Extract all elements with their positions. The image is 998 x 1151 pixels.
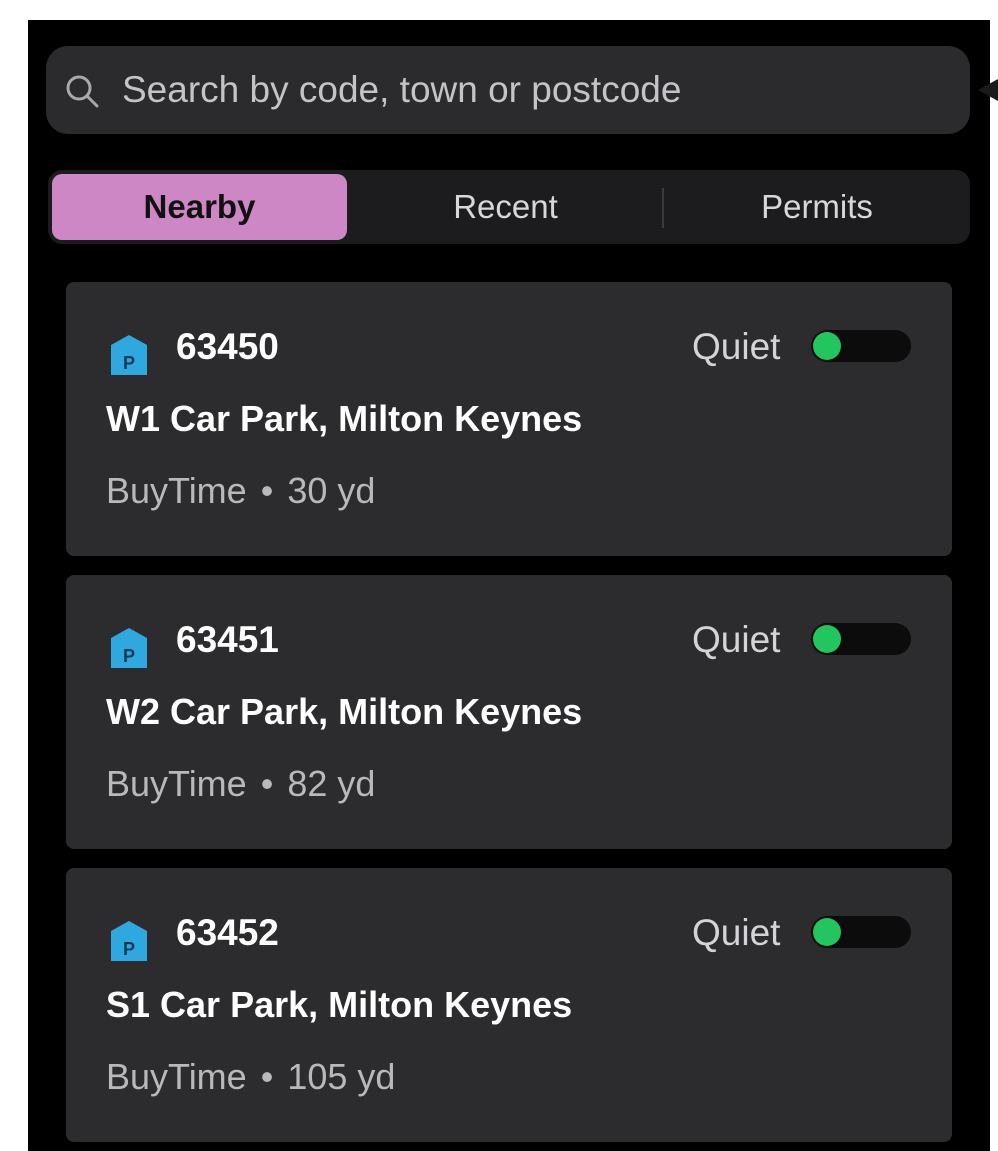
search-icon — [66, 75, 99, 108]
occupancy-status-label: Quiet — [692, 619, 781, 660]
meta-separator: • — [260, 1056, 274, 1097]
service-type: BuyTime — [106, 1056, 247, 1097]
distance: 105 yd — [287, 1056, 396, 1097]
distance: 82 yd — [287, 763, 376, 804]
status-dot-icon — [813, 625, 841, 653]
svg-text:P: P — [123, 646, 135, 666]
distance: 30 yd — [287, 470, 376, 511]
occupancy-indicator — [811, 916, 911, 948]
pointer-arrow-icon — [978, 79, 998, 101]
service-type: BuyTime — [106, 763, 247, 804]
occupancy-indicator — [811, 623, 911, 655]
location-card[interactable]: P 63451 Quiet W2 Car Park, Milton Keynes… — [66, 575, 952, 849]
occupancy-status-label: Quiet — [692, 326, 781, 367]
status-dot-icon — [813, 332, 841, 360]
meta-separator: • — [260, 763, 274, 804]
app-screen: Nearby Recent Permits P 63450 Quiet W1 C… — [28, 20, 990, 1151]
service-type: BuyTime — [106, 470, 247, 511]
location-name: S1 Car Park, Milton Keynes — [106, 984, 573, 1025]
tab-recent[interactable]: Recent — [353, 174, 658, 240]
tab-permits[interactable]: Permits — [668, 174, 966, 240]
tab-nearby[interactable]: Nearby — [52, 174, 347, 240]
location-card[interactable]: P 63450 Quiet W1 Car Park, Milton Keynes… — [66, 282, 952, 556]
location-meta: BuyTime • 82 yd — [106, 759, 375, 809]
location-meta: BuyTime • 30 yd — [106, 466, 375, 516]
status-dot-icon — [813, 918, 841, 946]
svg-text:P: P — [123, 353, 135, 373]
location-name: W1 Car Park, Milton Keynes — [106, 398, 583, 439]
occupancy-status-label: Quiet — [692, 912, 781, 953]
parking-icon: P — [111, 921, 147, 961]
location-meta: BuyTime • 105 yd — [106, 1052, 395, 1102]
svg-text:P: P — [123, 939, 135, 959]
location-code: 63451 — [176, 619, 279, 660]
location-code: 63452 — [176, 912, 279, 953]
search-input[interactable] — [122, 46, 942, 134]
tab-divider — [662, 188, 664, 228]
location-code: 63450 — [176, 326, 279, 367]
parking-icon: P — [111, 335, 147, 375]
search-bar[interactable] — [46, 46, 970, 134]
segmented-tabs: Nearby Recent Permits — [48, 170, 970, 244]
location-card[interactable]: P 63452 Quiet S1 Car Park, Milton Keynes… — [66, 868, 952, 1142]
occupancy-indicator — [811, 330, 911, 362]
parking-icon: P — [111, 628, 147, 668]
location-name: W2 Car Park, Milton Keynes — [106, 691, 583, 732]
meta-separator: • — [260, 470, 274, 511]
